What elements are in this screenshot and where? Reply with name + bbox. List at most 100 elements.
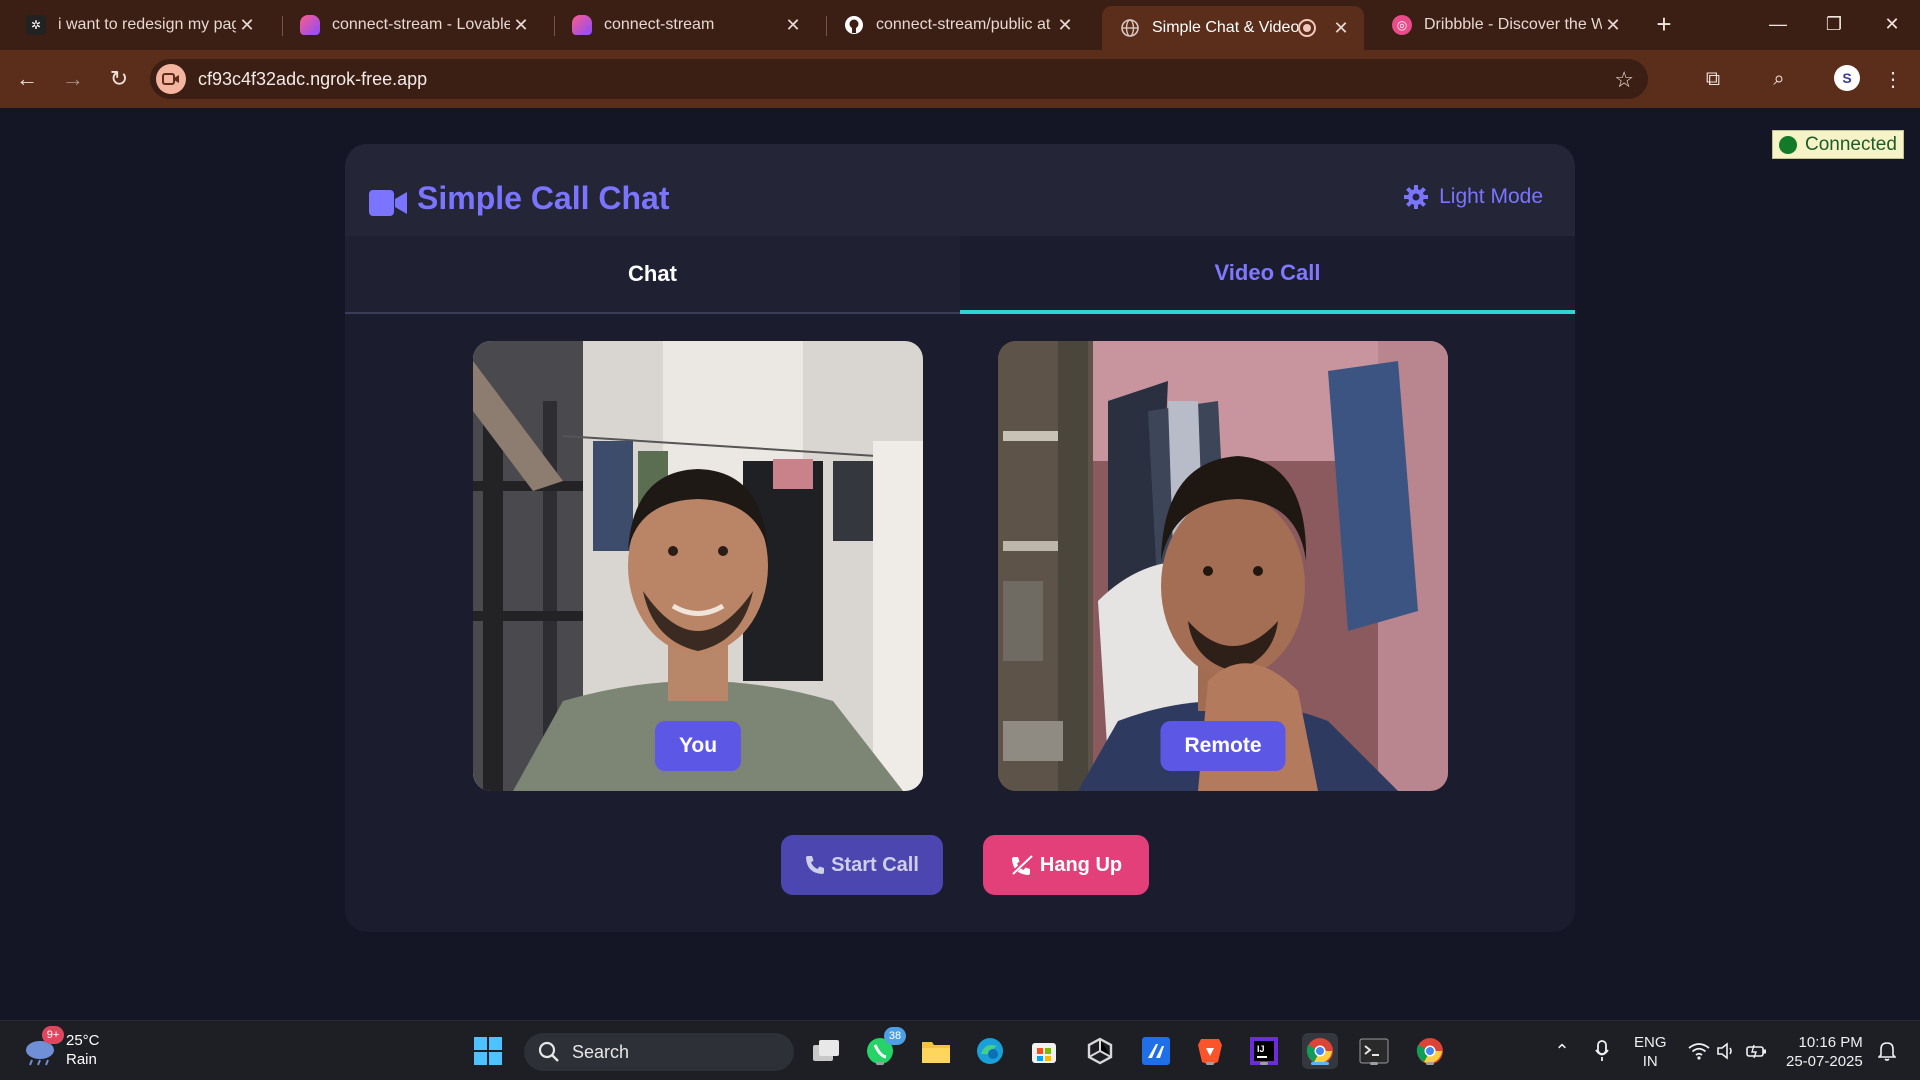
close-icon[interactable]: ✕ [1330, 17, 1352, 39]
browser-tab[interactable]: connect-stream/public at m ✕ [826, 8, 1088, 42]
weather-widget[interactable]: 9+ 25°C Rain [22, 1026, 100, 1069]
microsoft-store-icon[interactable] [1026, 1033, 1062, 1069]
tab-title: connect-stream - Lovable [332, 16, 510, 33]
language-indicator[interactable]: ENG IN [1634, 1033, 1667, 1071]
clock-date: 25-07-2025 [1786, 1053, 1863, 1070]
whatsapp-badge: 38 [884, 1027, 906, 1045]
terminal-icon[interactable] [1356, 1033, 1392, 1069]
hang-up-button[interactable]: Hang Up [983, 835, 1149, 895]
status-dot-icon [1779, 135, 1797, 154]
search-placeholder: Search [572, 1041, 630, 1062]
brave-icon[interactable] [1192, 1033, 1228, 1069]
browser-tab[interactable]: connect-stream ✕ [554, 8, 816, 42]
app-card: Simple Call Chat Light Mode Chat Video C… [345, 144, 1575, 932]
app-title: Simple Call Chat [417, 180, 670, 216]
battery-icon[interactable] [1744, 1021, 1770, 1080]
notification-bell-icon[interactable] [1872, 1021, 1902, 1080]
weather-temp: 25°C [66, 1032, 100, 1049]
profile-avatar[interactable]: S [1834, 65, 1860, 91]
taskbar-search[interactable]: Search [524, 1033, 794, 1071]
clock[interactable]: 10:16 PM 25-07-2025 [1786, 1033, 1863, 1071]
search-icon [538, 1041, 559, 1062]
forward-button[interactable]: → [58, 64, 88, 94]
start-call-button[interactable]: Start Call [781, 835, 943, 895]
url-text: cf93c4f32adc.ngrok-free.app [198, 68, 428, 89]
lovable-icon [572, 15, 592, 35]
video-camera-icon [369, 190, 407, 216]
language-line1: ENG [1634, 1034, 1667, 1051]
restore-button[interactable]: ❐ [1814, 8, 1854, 40]
dribbble-icon: ◎ [1392, 15, 1412, 35]
chevron-up-icon[interactable]: ⌃ [1550, 1021, 1574, 1080]
recording-icon [1298, 19, 1316, 37]
globe-icon [1120, 18, 1140, 38]
weather-condition: Rain [66, 1051, 97, 1068]
connection-status: Connected [1772, 130, 1904, 159]
svg-text:IJ: IJ [1257, 1044, 1265, 1054]
local-video-label: You [654, 721, 742, 771]
browser-tab-strip: ✲ i want to redesign my page ✕ connect-s… [0, 0, 1920, 50]
new-tab-button[interactable]: + [1650, 9, 1678, 39]
hang-up-label: Hang Up [1039, 853, 1123, 876]
app-icon[interactable] [1138, 1033, 1174, 1069]
tab-title: i want to redesign my page [58, 16, 236, 33]
light-mode-button[interactable]: Light Mode [1403, 184, 1543, 210]
tab-title: Dribbble - Discover the Wo [1424, 16, 1602, 33]
connection-label: Connected [1805, 133, 1897, 155]
light-mode-label: Light Mode [1439, 185, 1543, 208]
menu-icon[interactable]: ⋮ [1878, 64, 1908, 94]
local-video: You [473, 341, 923, 791]
phone-slash-icon [1010, 854, 1034, 876]
reload-button[interactable]: ↻ [104, 64, 134, 94]
phone-icon [806, 856, 825, 874]
close-icon[interactable]: ✕ [510, 14, 532, 36]
close-icon[interactable]: ✕ [236, 14, 258, 36]
chrome-profile-icon[interactable] [1412, 1033, 1448, 1069]
unity-icon[interactable] [1082, 1033, 1118, 1069]
start-call-label: Start Call [831, 853, 919, 876]
browser-tab-active[interactable]: Simple Chat & Video ✕ [1102, 6, 1364, 50]
microphone-icon[interactable] [1590, 1021, 1614, 1080]
rain-cloud-icon: 9+ [22, 1026, 64, 1066]
back-button[interactable]: ← [12, 64, 42, 94]
openai-icon: ✲ [26, 15, 46, 35]
close-icon[interactable]: ✕ [782, 14, 804, 36]
weather-badge: 9+ [42, 1026, 64, 1044]
extensions-icon[interactable]: ⧉ [1698, 64, 1728, 94]
tab-chat[interactable]: Chat [345, 236, 960, 314]
close-window-button[interactable]: ✕ [1872, 8, 1912, 40]
remote-video-label: Remote [1160, 721, 1286, 771]
wifi-icon[interactable] [1686, 1021, 1712, 1080]
task-view-icon[interactable] [808, 1033, 844, 1069]
intellij-icon[interactable]: IJ [1246, 1033, 1282, 1069]
lovable-icon [300, 15, 320, 35]
tab-video-call[interactable]: Video Call [960, 236, 1575, 314]
whatsapp-icon[interactable]: 38 [862, 1027, 906, 1069]
bookmark-star-icon[interactable]: ☆ [1614, 67, 1634, 93]
browser-tab[interactable]: ✲ i want to redesign my page ✕ [8, 8, 270, 42]
windows-taskbar: 9+ 25°C Rain Search 38 IJ ⌃ ENG IN 10:16… [0, 1020, 1920, 1080]
tab-title: connect-stream [604, 16, 715, 33]
address-bar[interactable]: cf93c4f32adc.ngrok-free.app ☆ [150, 59, 1648, 99]
app-tabs: Chat Video Call [345, 236, 1575, 314]
tab-search-icon[interactable]: ⌕ [1764, 64, 1794, 94]
volume-icon[interactable] [1714, 1021, 1740, 1080]
close-icon[interactable]: ✕ [1054, 14, 1076, 36]
edge-icon[interactable] [972, 1033, 1008, 1069]
app-header: Simple Call Chat Light Mode [345, 144, 1575, 236]
close-icon[interactable]: ✕ [1602, 14, 1624, 36]
clock-time: 10:16 PM [1798, 1034, 1863, 1051]
language-line2: IN [1642, 1053, 1658, 1070]
tab-title: connect-stream/public at m [876, 16, 1054, 33]
file-explorer-icon[interactable] [918, 1033, 954, 1069]
github-icon [844, 15, 864, 35]
tab-title: Simple Chat & Video [1152, 19, 1298, 36]
chrome-icon-active[interactable] [1302, 1033, 1338, 1069]
browser-toolbar: ← → ↻ cf93c4f32adc.ngrok-free.app ☆ ⧉ ⌕ … [0, 50, 1920, 108]
browser-tab[interactable]: connect-stream - Lovable ✕ [282, 8, 544, 42]
start-button[interactable] [470, 1033, 506, 1069]
camera-site-icon[interactable] [156, 64, 186, 94]
minimize-button[interactable]: — [1758, 8, 1798, 40]
browser-tab[interactable]: ◎ Dribbble - Discover the Wo ✕ [1374, 8, 1636, 42]
windows-logo-icon [474, 1037, 502, 1065]
